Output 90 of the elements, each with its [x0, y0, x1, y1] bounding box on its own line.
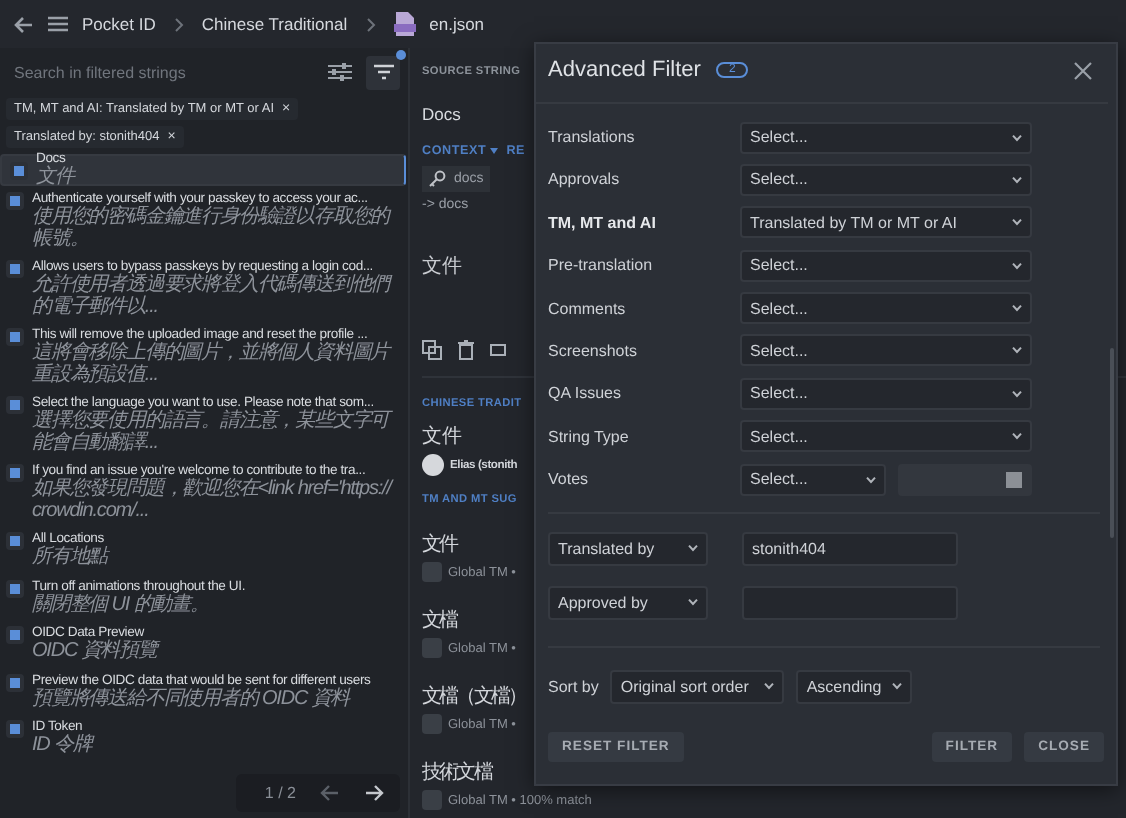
key-icon — [428, 170, 446, 188]
status-square-icon — [6, 532, 24, 550]
caret-icon — [892, 682, 903, 691]
status-square-icon — [6, 396, 24, 414]
page-indicator: 1 / 2 — [264, 784, 296, 802]
select-field[interactable]: Ascending — [796, 669, 913, 704]
select-field[interactable]: Select... — [740, 420, 1032, 453]
sliders-icon[interactable] — [328, 62, 352, 82]
select-field[interactable]: Select... — [740, 249, 1032, 282]
breadcrumb-link[interactable]: Chinese Traditional — [201, 14, 348, 34]
translation-text: OIDC 資料預覽 — [32, 642, 163, 663]
next-arrow-icon[interactable] — [364, 784, 384, 802]
json-file-icon — [393, 12, 416, 36]
caret-icon — [1012, 389, 1022, 398]
translation-text: ID 令牌 — [32, 736, 97, 757]
select-field[interactable]: Translated by — [548, 531, 708, 566]
caret-icon — [866, 475, 876, 484]
trash-icon[interactable] — [458, 340, 474, 360]
select-field[interactable]: Approved by — [548, 585, 708, 620]
caret-icon — [1012, 133, 1022, 141]
filter-label: Screenshots — [548, 341, 639, 360]
search-field[interactable]: Search in filtered strings — [14, 63, 314, 81]
select-field[interactable]: Select... — [740, 121, 1032, 153]
caret-icon — [1012, 304, 1022, 313]
select-field[interactable]: Select... — [740, 463, 886, 496]
number-field[interactable] — [898, 463, 1032, 496]
translation-text: 這將會移除上傳的圖片，並將個人資料圖片重設為預設值... — [32, 344, 394, 386]
select-field[interactable]: Select... — [740, 292, 1032, 325]
chevron-right-icon — [173, 17, 184, 31]
caret-icon — [688, 544, 698, 553]
suggestion-text: 文檔 — [422, 610, 457, 634]
square-icon — [1006, 471, 1022, 488]
select-field[interactable]: Select... — [740, 334, 1032, 367]
filter-label: QA Issues — [548, 384, 623, 403]
status-square-icon — [10, 162, 28, 180]
select-field[interactable]: Select... — [740, 163, 1032, 196]
status-square-icon — [6, 673, 24, 691]
caret-icon — [1012, 175, 1022, 184]
suggestion-text: 文件 — [422, 534, 457, 558]
translation-text: 選擇您要使用的語言。請注意，某些文字可能會自動翻譯... — [32, 412, 395, 454]
menu-icon[interactable] — [48, 16, 68, 32]
filter-label: TM, MT and AI — [548, 213, 658, 232]
status-square-icon — [6, 328, 24, 346]
avatar-icon — [422, 454, 444, 476]
chevron-right-icon — [365, 17, 376, 31]
caret-icon — [688, 598, 698, 607]
translation-text: 允許使用者透過要求將登入代碼傳送到他們的電子郵件以... — [32, 276, 395, 318]
caret-icon — [764, 682, 775, 691]
suggestion-text: 技術文檔 — [422, 762, 491, 786]
close-icon[interactable] — [1074, 61, 1092, 79]
status-square-icon — [6, 260, 24, 278]
back-arrow-icon[interactable] — [14, 15, 34, 33]
filter-label: Comments — [548, 299, 628, 318]
translation-text: 文件 — [36, 168, 78, 190]
suggestion-text: 文檔（文檔） — [422, 686, 526, 710]
translation-text: 預覽將傳送給不同使用者的 OIDC 資料 — [32, 689, 351, 710]
filter-label: Approvals — [548, 170, 622, 189]
caret-icon — [1012, 346, 1022, 355]
status-square-icon — [6, 192, 24, 210]
caret-icon — [490, 148, 499, 154]
breadcrumb-link[interactable]: en.json — [429, 14, 485, 34]
translation-text: 使用您的密碼金鑰進行身份驗證以存取您的帳號。 — [32, 208, 394, 250]
dialog-title: Advanced Filter — [548, 58, 701, 82]
translation-text: 文件 — [422, 426, 464, 450]
caret-icon — [1012, 261, 1022, 270]
sort-label: Sort by — [548, 677, 599, 696]
caret-icon — [1012, 432, 1022, 441]
caret-icon — [1012, 218, 1022, 227]
filter-label: Translations — [548, 128, 637, 146]
translation-text: 關閉整個 UI 的動畫。 — [32, 595, 211, 616]
filter-label: Pre-translation — [548, 256, 655, 275]
filter-label: Votes — [548, 470, 591, 489]
status-square-icon — [6, 464, 24, 482]
translation-text: 所有地點 — [32, 548, 112, 569]
translation-text: 文件 — [422, 253, 462, 280]
breadcrumb-link[interactable]: Pocket ID — [82, 14, 156, 34]
username-field[interactable]: stonith404 — [742, 531, 958, 566]
select-field[interactable]: Select... — [740, 377, 1032, 410]
select-field[interactable]: Translated by TM or MT or AI — [740, 206, 1032, 239]
status-square-icon — [6, 720, 24, 738]
source-string: Docs — [422, 104, 461, 124]
filter-label: String Type — [548, 427, 631, 446]
copy-icon[interactable] — [422, 340, 442, 360]
status-square-icon — [6, 579, 24, 597]
filter-icon — [373, 64, 393, 80]
status-square-icon — [6, 626, 24, 644]
select-field[interactable]: Original sort order — [610, 669, 785, 704]
filter-button[interactable] — [366, 55, 400, 89]
previous-arrow-icon[interactable] — [320, 784, 340, 802]
translation-text: 如果您發現問題，歡迎您在<link href='https://crowdin.com/... — [32, 480, 396, 522]
